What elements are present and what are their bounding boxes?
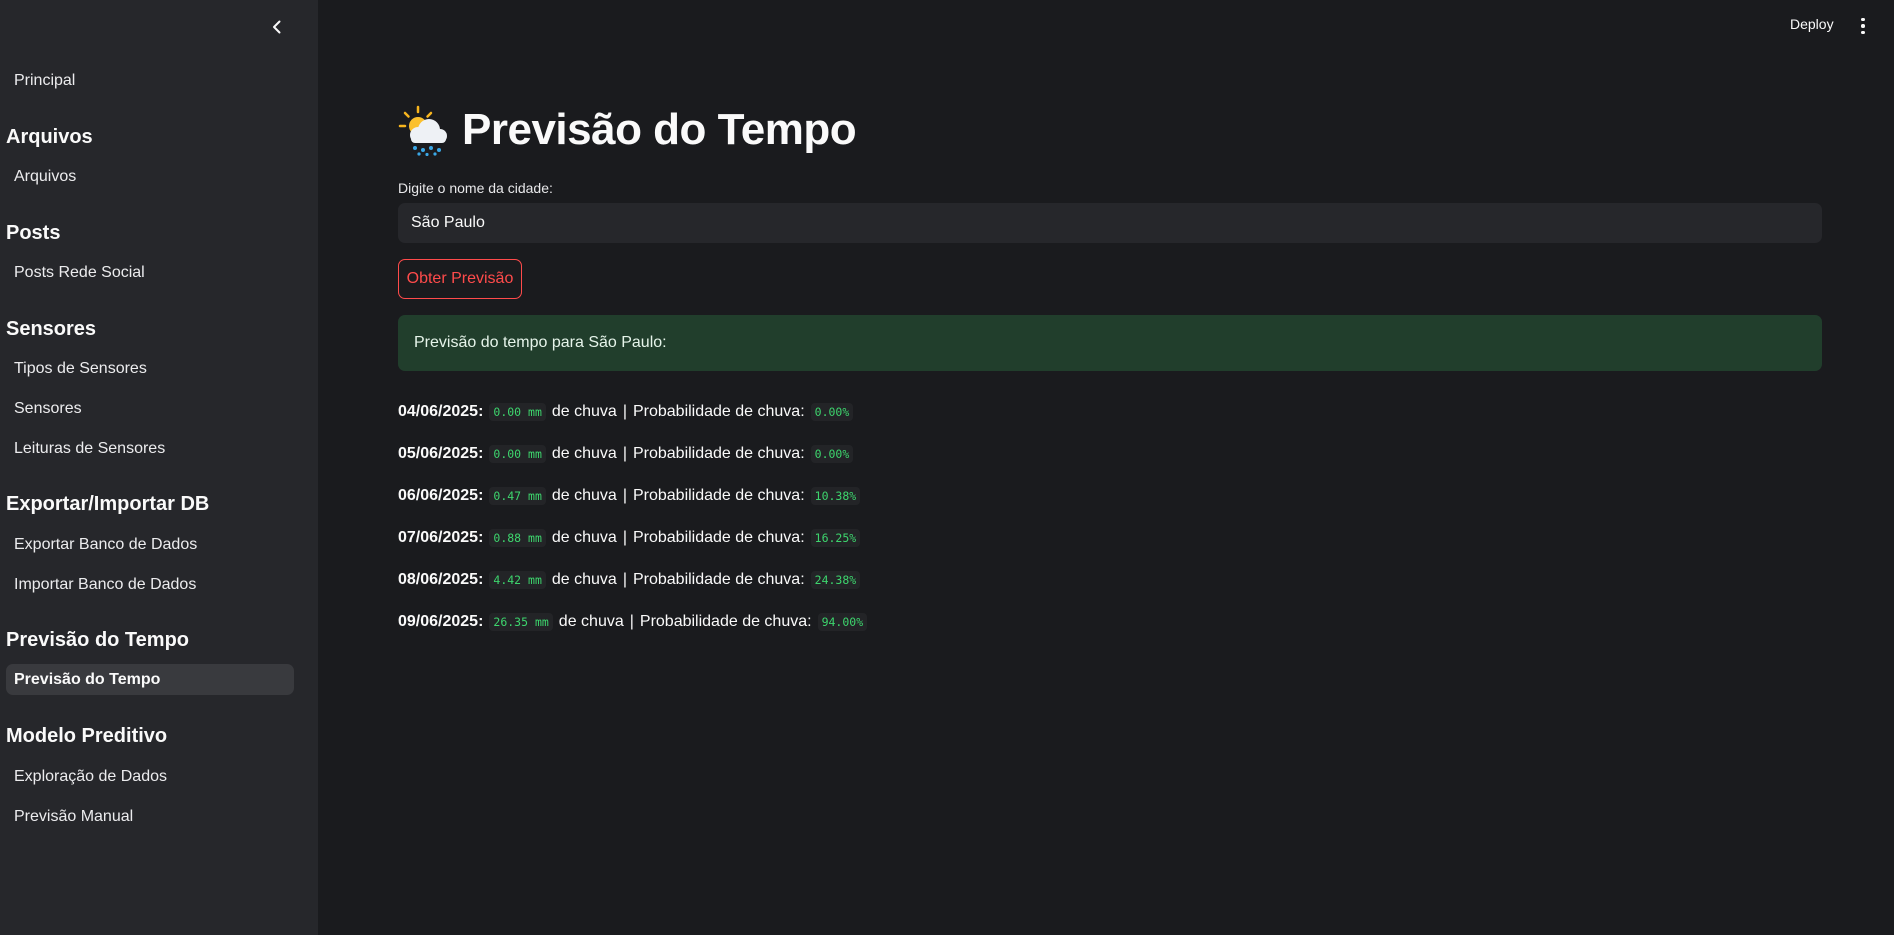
prob-label: Probabilidade de chuva: <box>632 529 805 546</box>
forecast-row: 08/06/2025: 4.42 mm de chuva | Probabilidade… <box>398 559 873 601</box>
prob-label: Probabilidade de chuva: <box>639 613 812 630</box>
forecast-date: 06/06/2025: <box>398 487 484 504</box>
chevron-left-icon[interactable] <box>266 16 288 38</box>
deploy-button[interactable]: Deploy <box>1790 16 1834 32</box>
sidebar-header-posts: Posts <box>6 222 61 244</box>
rain-text: de chuva <box>551 403 617 420</box>
sidebar-header-sensores: Sensores <box>6 318 97 340</box>
prob-label: Probabilidade de chuva: <box>632 487 805 504</box>
forecast-row: 05/06/2025: 0.00 mm de chuva | Probabilidade… <box>398 433 873 475</box>
sun-behind-rain-cloud-icon <box>398 105 447 156</box>
rain-text: de chuva <box>551 529 617 546</box>
forecast-date: 09/06/2025: <box>398 613 484 630</box>
sidebar-item-sensores[interactable]: Sensores <box>6 393 294 424</box>
rain-amount: 4.42 mm <box>489 571 546 589</box>
sidebar-item-arquivos[interactable]: Arquivos <box>6 161 294 192</box>
menu-dot <box>1861 24 1865 28</box>
kebab-menu-icon[interactable] <box>1856 16 1870 36</box>
page-header: Previsão do Tempo <box>398 104 857 156</box>
forecast-row: 09/06/2025: 26.35 mm de chuva | Probabilidad… <box>398 601 873 643</box>
rain-text: de chuva <box>558 613 624 630</box>
forecast-list: 04/06/2025: 0.00 mm de chuva | Probabilidade… <box>398 391 873 643</box>
rain-probability: 24.38% <box>810 571 861 589</box>
get-forecast-button[interactable]: Obter Previsão <box>398 259 522 299</box>
separator: | <box>622 445 627 462</box>
forecast-date: 04/06/2025: <box>398 403 484 420</box>
rain-amount: 0.88 mm <box>489 529 546 547</box>
sidebar-header-arquivos: Arquivos <box>6 126 93 148</box>
sidebar: Principal Arquivos Arquivos Posts Posts … <box>0 0 318 935</box>
success-message: Previsão do tempo para São Paulo: <box>414 334 667 351</box>
forecast-row: 04/06/2025: 0.00 mm de chuva | Probabilidade… <box>398 391 873 433</box>
rain-amount: 0.00 mm <box>489 445 546 463</box>
forecast-date: 05/06/2025: <box>398 445 484 462</box>
prob-label: Probabilidade de chuva: <box>632 403 805 420</box>
rain-probability: 0.00% <box>810 445 854 463</box>
page-title: Previsão do Tempo <box>462 105 857 154</box>
sidebar-item-importar-banco-de-dados[interactable]: Importar Banco de Dados <box>6 569 294 600</box>
menu-dot <box>1861 17 1865 22</box>
separator: | <box>622 529 627 546</box>
sidebar-header-previsao-do-tempo: Previsão do Tempo <box>6 629 190 651</box>
rain-text: de chuva <box>551 571 617 588</box>
forecast-date: 07/06/2025: <box>398 529 484 546</box>
city-input[interactable] <box>398 203 1822 243</box>
menu-dot <box>1861 30 1865 35</box>
sidebar-item-previsao-manual[interactable]: Previsão Manual <box>6 801 294 832</box>
separator: | <box>622 487 627 504</box>
sidebar-item-tipos-de-sensores[interactable]: Tipos de Sensores <box>6 353 294 384</box>
rain-amount: 0.00 mm <box>489 403 546 421</box>
rain-probability: 10.38% <box>810 487 861 505</box>
sidebar-item-exploracao-de-dados[interactable]: Exploração de Dados <box>6 761 294 792</box>
forecast-row: 06/06/2025: 0.47 mm de chuva | Probabilidade… <box>398 475 873 517</box>
sidebar-item-previsao-do-tempo[interactable]: Previsão do Tempo <box>6 664 294 695</box>
prob-label: Probabilidade de chuva: <box>632 445 805 462</box>
prob-label: Probabilidade de chuva: <box>632 571 805 588</box>
sidebar-header-exportar-importar-db: Exportar/Importar DB <box>6 493 210 515</box>
city-input-label: Digite o nome da cidade: <box>398 180 553 196</box>
sidebar-item-principal[interactable]: Principal <box>6 65 294 96</box>
rain-amount: 26.35 mm <box>489 613 553 631</box>
sidebar-item-posts-rede-social[interactable]: Posts Rede Social <box>6 257 294 288</box>
separator: | <box>622 403 627 420</box>
sidebar-item-exportar-banco-de-dados[interactable]: Exportar Banco de Dados <box>6 529 294 560</box>
forecast-row: 07/06/2025: 0.88 mm de chuva | Probabilidade… <box>398 517 873 559</box>
sidebar-header-modelo-preditivo: Modelo Preditivo <box>6 725 168 747</box>
rain-probability: 94.00% <box>817 613 868 631</box>
separator: | <box>622 571 627 588</box>
success-alert: Previsão do tempo para São Paulo: <box>398 315 1822 371</box>
rain-text: de chuva <box>551 445 617 462</box>
rain-amount: 0.47 mm <box>489 487 546 505</box>
forecast-date: 08/06/2025: <box>398 571 484 588</box>
sidebar-item-leituras-de-sensores[interactable]: Leituras de Sensores <box>6 433 294 464</box>
separator: | <box>629 613 634 630</box>
rain-probability: 16.25% <box>810 529 861 547</box>
rain-text: de chuva <box>551 487 617 504</box>
rain-probability: 0.00% <box>810 403 854 421</box>
